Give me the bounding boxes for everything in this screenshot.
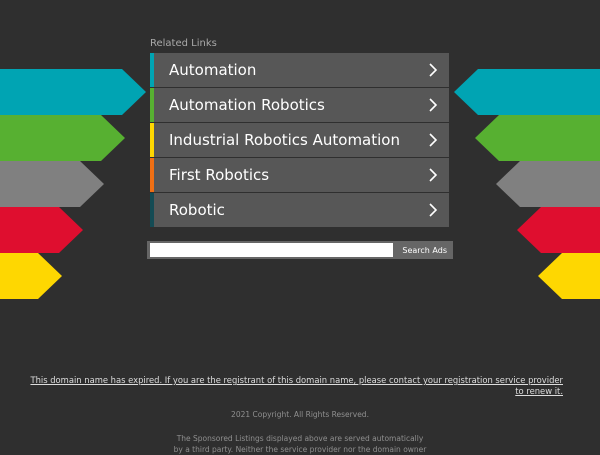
search-ads-button[interactable]: Search Ads <box>396 241 453 259</box>
expired-notice-link[interactable]: This domain name has expired. If you are… <box>30 375 563 397</box>
search-bar: Search Ads <box>147 241 453 259</box>
chevron-right-icon <box>429 133 438 147</box>
chevron-right-icon <box>429 98 438 112</box>
related-link-automation[interactable]: Automation <box>150 53 449 87</box>
chevron-right-icon <box>429 168 438 182</box>
arrow-left-yellow <box>0 253 62 299</box>
related-link-label: Automation <box>169 61 257 79</box>
arrow-right-yellow <box>538 253 600 299</box>
related-link-label: First Robotics <box>169 166 270 184</box>
disclaimer-text: The Sponsored Listings displayed above a… <box>150 433 450 455</box>
arrow-right-gray <box>496 161 600 207</box>
arrow-right-red <box>517 207 600 253</box>
related-link-robotic[interactable]: Robotic <box>150 193 449 227</box>
expired-notice-line1: This domain name has expired. If you are… <box>30 375 563 385</box>
disclaimer-line1: The Sponsored Listings displayed above a… <box>176 434 424 443</box>
copyright-text: 2021 Copyright. All Rights Reserved. <box>231 410 369 419</box>
arrow-right-green <box>475 115 600 161</box>
related-link-automation-robotics[interactable]: Automation Robotics <box>150 88 449 122</box>
arrow-left-green <box>0 115 125 161</box>
arrow-right-teal <box>454 69 600 115</box>
related-link-first-robotics[interactable]: First Robotics <box>150 158 449 192</box>
expired-notice-line2: to renew it. <box>515 386 563 396</box>
related-link-label: Robotic <box>169 201 225 219</box>
arrow-left-teal <box>0 69 146 115</box>
chevron-right-icon <box>429 63 438 77</box>
chevron-right-icon <box>429 203 438 217</box>
related-link-label: Automation Robotics <box>169 96 325 114</box>
related-link-label: Industrial Robotics Automation <box>169 131 400 149</box>
arrow-left-gray <box>0 161 104 207</box>
related-links-list: Automation Automation Robotics Industria… <box>150 53 449 228</box>
arrow-left-red <box>0 207 83 253</box>
search-input[interactable] <box>150 243 394 257</box>
related-links-label: Related Links <box>150 38 217 49</box>
related-link-industrial-robotics-automation[interactable]: Industrial Robotics Automation <box>150 123 449 157</box>
